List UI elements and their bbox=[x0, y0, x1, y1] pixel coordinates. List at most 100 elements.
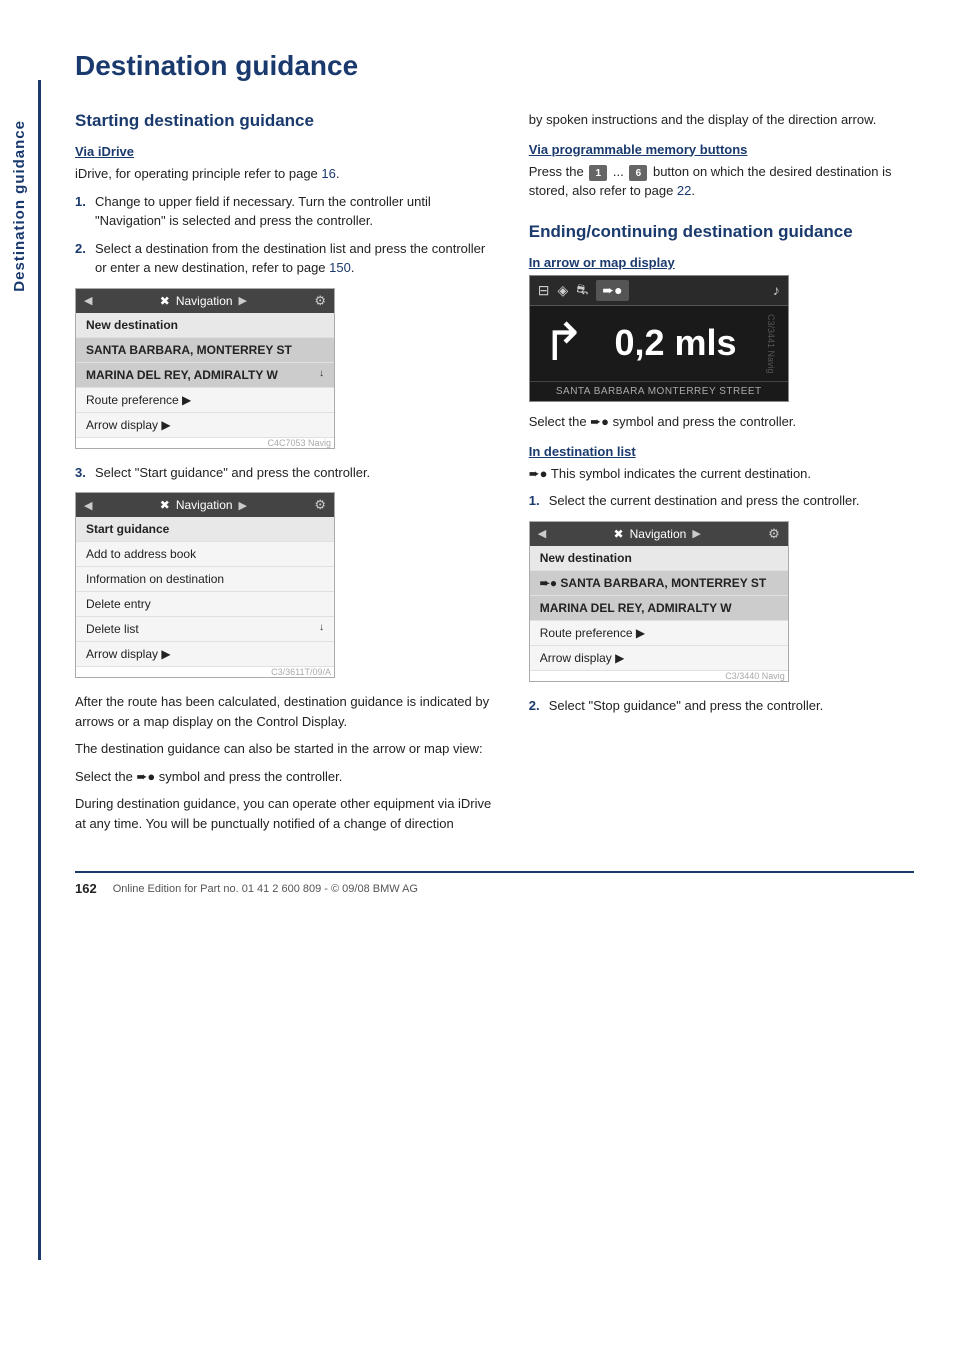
left-column: Starting destination guidance Via iDrive… bbox=[75, 110, 499, 841]
nav-menu-3-credit: C3/3440 Navig bbox=[530, 671, 788, 681]
nav-item-route-pref-1[interactable]: Route preference ▶ bbox=[76, 388, 334, 413]
nav-menu-3-label: ✖ Navigation ▶ bbox=[614, 527, 701, 541]
sidebar: Destination guidance bbox=[0, 0, 38, 1350]
two-column-layout: Starting destination guidance Via iDrive… bbox=[75, 110, 914, 841]
steps-list: 1. Change to upper field if necessary. T… bbox=[75, 192, 499, 278]
street-name-display: SANTA BARBARA MONTERREY STREET bbox=[530, 381, 788, 401]
arrow-display-mockup: ⊟ ◈ ⛐ ➨● ♪ ↱ 0,2 mls C3/3441 Navig SANTA… bbox=[529, 275, 789, 403]
nav-title-3: Navigation bbox=[630, 527, 687, 541]
nav-menu-1-credit: C4C7053 Navig bbox=[76, 438, 334, 448]
nav-icon-3: ✖ bbox=[614, 527, 624, 541]
right-column: by spoken instructions and the display o… bbox=[529, 110, 914, 841]
nav-item-add-address[interactable]: Add to address book bbox=[76, 542, 334, 567]
step-3-number: 3. bbox=[75, 463, 89, 483]
in-dest-list-heading: In destination list bbox=[529, 444, 914, 459]
nav-item-marina-3[interactable]: MARINA DEL REY, ADMIRALTY W bbox=[530, 596, 788, 621]
after-calc-para-1: After the route has been calculated, des… bbox=[75, 692, 499, 731]
dest-list-bullet-para: ➨● This symbol indicates the current des… bbox=[529, 464, 914, 484]
direction-arrow: ↱ bbox=[542, 317, 586, 369]
via-prog-heading: Via programmable memory buttons bbox=[529, 142, 914, 157]
nav-menu-2-gear-icon: ⚙ bbox=[314, 497, 326, 513]
nav-menu-3: ◀ ✖ Navigation ▶ ⚙ New destination ➨● SA… bbox=[529, 521, 789, 682]
footer: 162 Online Edition for Part no. 01 41 2 … bbox=[75, 871, 914, 896]
nav-item-santa-barbara-1[interactable]: SANTA BARBARA, MONTERREY ST bbox=[76, 338, 334, 363]
mem-btn-6: 6 bbox=[629, 165, 647, 181]
nav-item-santa-barbara-3[interactable]: ➨● SANTA BARBARA, MONTERREY ST bbox=[530, 571, 788, 596]
via-idrive-period: . bbox=[336, 166, 340, 181]
nav-menu-3-header: ◀ ✖ Navigation ▶ ⚙ bbox=[530, 522, 788, 546]
arrow-symbol-inline: ➨● bbox=[136, 769, 155, 784]
toolbar-icon-3: ⛐ bbox=[576, 281, 588, 300]
after-calc-para-4: During destination guidance, you can ope… bbox=[75, 794, 499, 833]
nav-menu-2: ◀ ✖ Navigation ▶ ⚙ Start guidance Add to… bbox=[75, 492, 335, 678]
nav-menu-1-header: ◀ ✖ Navigation ▶ ⚙ bbox=[76, 289, 334, 313]
nav-menu-2-right-arrow: ▶ bbox=[239, 499, 247, 512]
page-number: 162 bbox=[75, 881, 97, 896]
dest-list-steps: 1. Select the current destination and pr… bbox=[529, 491, 914, 511]
sidebar-label: Destination guidance bbox=[11, 120, 28, 292]
step-3-text: Select "Start guidance" and press the co… bbox=[95, 463, 370, 483]
arrow-display-toolbar: ⊟ ◈ ⛐ ➨● ♪ bbox=[530, 276, 788, 306]
nav-menu-2-credit: C3/3611T/09/A bbox=[76, 667, 334, 677]
step-1: 1. Change to upper field if necessary. T… bbox=[75, 192, 499, 231]
via-idrive-text: iDrive, for operating principle refer to… bbox=[75, 166, 321, 181]
corner-arrow: ↱ bbox=[542, 317, 586, 369]
toolbar-right-icon: ♪ bbox=[773, 282, 780, 298]
nav-menu-3-gear-icon: ⚙ bbox=[768, 526, 780, 542]
dest-step-2-text: Select "Stop guidance" and press the con… bbox=[549, 696, 823, 716]
nav-menu-3-right-arrow: ▶ bbox=[692, 527, 700, 540]
dest-step-1: 1. Select the current destination and pr… bbox=[529, 491, 914, 511]
step-2-number: 2. bbox=[75, 239, 89, 278]
select-symbol-para: Select the ➨● symbol and press the contr… bbox=[529, 412, 914, 432]
via-idrive-heading: Via iDrive bbox=[75, 144, 499, 159]
nav-menu-3-left-arrow: ◀ bbox=[538, 527, 546, 540]
nav-item-arrow-display-1[interactable]: Arrow display ▶ bbox=[76, 413, 334, 438]
nav-item-new-dest-3[interactable]: New destination bbox=[530, 546, 788, 571]
nav-menu-1-gear-icon: ⚙ bbox=[314, 293, 326, 309]
toolbar-icon-active: ➨● bbox=[596, 280, 628, 301]
main-content: Destination guidance Starting destinatio… bbox=[55, 0, 954, 936]
dest-step-1-text: Select the current destination and press… bbox=[549, 491, 860, 511]
nav-title-2: Navigation bbox=[176, 498, 233, 512]
footer-text: Online Edition for Part no. 01 41 2 600 … bbox=[113, 883, 418, 895]
nav-menu-1-label: ✖ Navigation ▶ bbox=[160, 294, 247, 308]
dest-step-2: 2. Select "Stop guidance" and press the … bbox=[529, 696, 914, 716]
after-calc-para-3: Select the ➨● symbol and press the contr… bbox=[75, 767, 499, 787]
ending-guidance-heading: Ending/continuing destination guidance bbox=[529, 221, 914, 243]
nav-menu-2-header: ◀ ✖ Navigation ▶ ⚙ bbox=[76, 493, 334, 517]
nav-item-arrow-display-3[interactable]: Arrow display ▶ bbox=[530, 646, 788, 671]
toolbar-icon-2: ◈ bbox=[558, 282, 569, 299]
nav-item-arrow-display-2[interactable]: Arrow display ▶ bbox=[76, 642, 334, 667]
arrow-display-body: ↱ 0,2 mls C3/3441 Navig bbox=[530, 306, 788, 382]
mem-btn-1: 1 bbox=[589, 165, 607, 181]
page-16-link[interactable]: 16 bbox=[321, 166, 335, 181]
nav-menu-2-label: ✖ Navigation ▶ bbox=[160, 498, 247, 512]
page-title: Destination guidance bbox=[75, 50, 914, 82]
toolbar-icons: ⊟ ◈ ⛐ ➨● bbox=[538, 280, 629, 301]
distance-display: 0,2 mls bbox=[595, 322, 755, 364]
nav-title-1: Navigation bbox=[176, 294, 233, 308]
dest-list-bullet-symbol: ➨● bbox=[529, 466, 548, 481]
step-2: 2. Select a destination from the destina… bbox=[75, 239, 499, 278]
nav-item-info-dest[interactable]: Information on destination bbox=[76, 567, 334, 592]
arrow-symbol-2: ➨● bbox=[590, 414, 609, 429]
nav-item-route-pref-3[interactable]: Route preference ▶ bbox=[530, 621, 788, 646]
nav-menu-2-left-arrow: ◀ bbox=[84, 499, 92, 512]
sidebar-line bbox=[38, 80, 41, 1260]
via-idrive-para: iDrive, for operating principle refer to… bbox=[75, 164, 499, 184]
step-3: 3. Select "Start guidance" and press the… bbox=[75, 463, 499, 483]
nav-item-marina-del-rey-1[interactable]: MARINA DEL REY, ADMIRALTY W↓ bbox=[76, 363, 334, 388]
nav-item-new-dest-1[interactable]: New destination bbox=[76, 313, 334, 338]
page-150-link[interactable]: 150 bbox=[329, 260, 351, 275]
nav-item-delete-entry[interactable]: Delete entry bbox=[76, 592, 334, 617]
step-1-text: Change to upper field if necessary. Turn… bbox=[95, 192, 499, 231]
starting-guidance-heading: Starting destination guidance bbox=[75, 110, 499, 132]
nav-item-start-guidance[interactable]: Start guidance bbox=[76, 517, 334, 542]
step-2-text: Select a destination from the destinatio… bbox=[95, 239, 499, 278]
nav-menu-1-right-arrow: ▶ bbox=[239, 294, 247, 307]
page-22-link[interactable]: 22 bbox=[677, 183, 691, 198]
dest-step-1-number: 1. bbox=[529, 491, 543, 511]
nav-icon-1: ✖ bbox=[160, 294, 170, 308]
step3-list: 3. Select "Start guidance" and press the… bbox=[75, 463, 499, 483]
nav-item-delete-list[interactable]: Delete list ↓ bbox=[76, 617, 334, 642]
